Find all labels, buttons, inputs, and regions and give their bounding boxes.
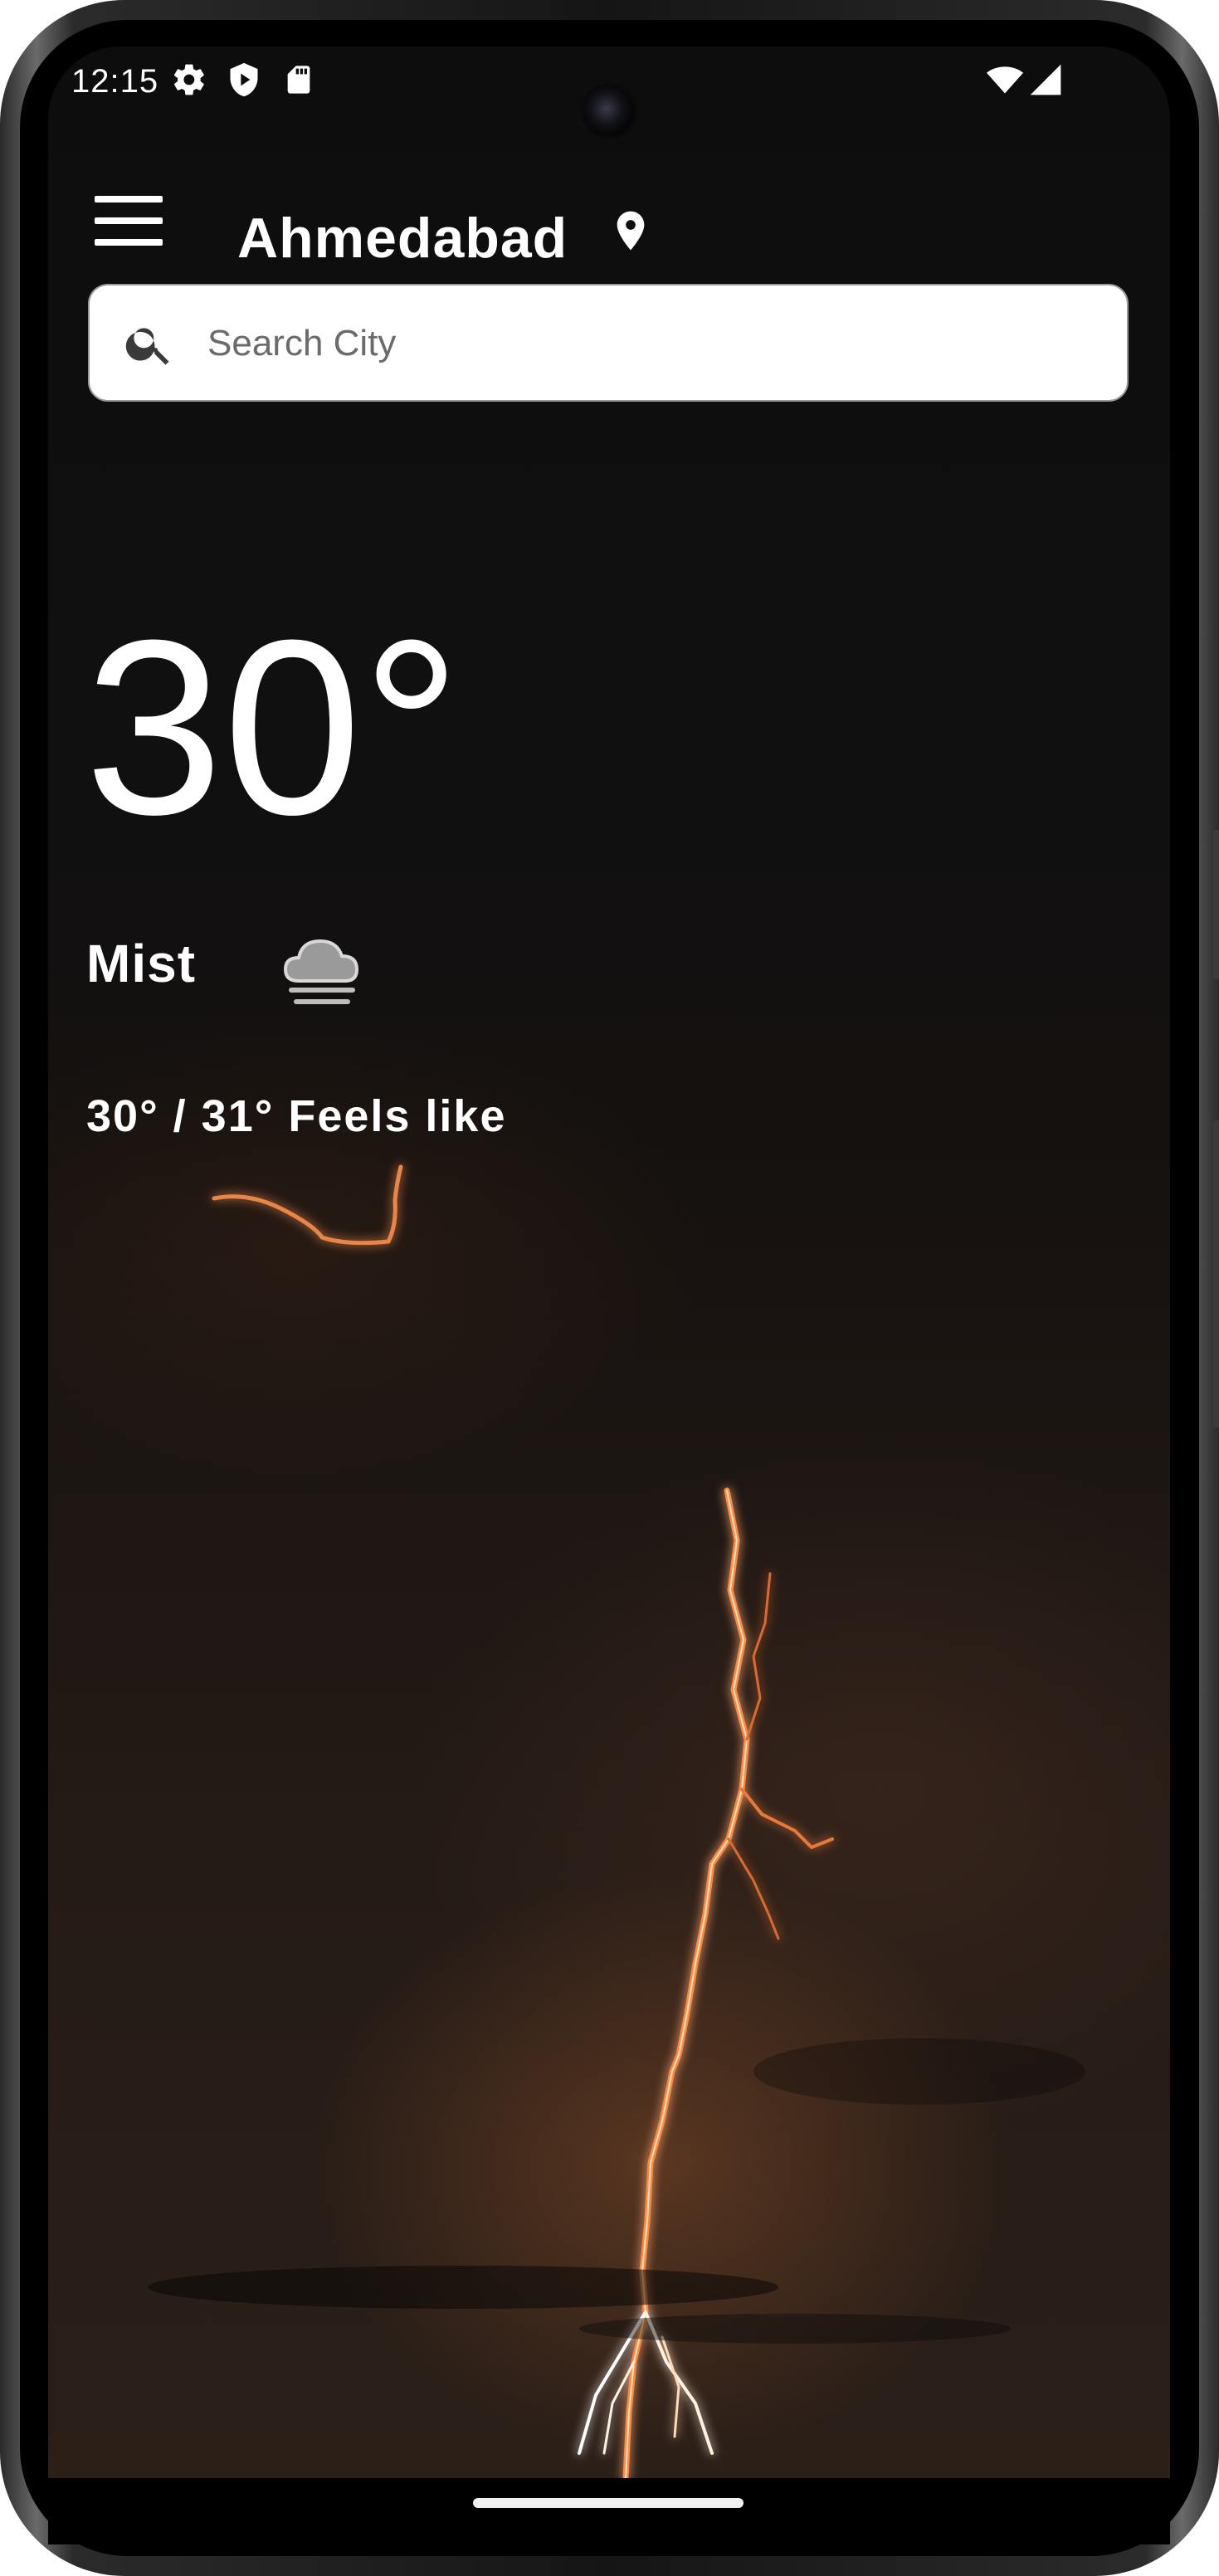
weather-condition: Mist [86,934,196,993]
status-time: 12:15 [71,63,159,100]
app-bar: Ahmedabad [48,163,1170,270]
phone-frame: 12:15 Ahmedabad Search City 30° Mist 30°… [0,0,1219,2576]
navigation-bar [48,2478,1170,2544]
location-pin-icon[interactable] [607,202,654,259]
min-max-feels-like: 30° / 31° Feels like [86,1091,507,1141]
search-input[interactable] [206,285,1105,402]
volume-button [1213,830,1219,979]
wifi-icon [987,66,1023,94]
power-button [1213,1120,1219,1427]
cloud-mist-icon [283,939,359,1004]
search-icon[interactable] [123,317,176,370]
signal-icon [1030,64,1061,95]
shield-play-icon [230,62,258,97]
lightning-background-image [148,1164,1085,2478]
menu-icon[interactable] [95,196,163,247]
gear-icon [173,64,204,95]
home-indicator[interactable] [473,2498,744,2508]
search-bar[interactable] [88,284,1129,402]
temperature: 30° [85,588,461,866]
city-title: Ahmedabad [237,207,568,270]
screen: 12:15 Ahmedabad Search City 30° Mist 30°… [48,46,1170,2478]
sd-card-icon [287,66,310,94]
front-camera [584,86,634,136]
